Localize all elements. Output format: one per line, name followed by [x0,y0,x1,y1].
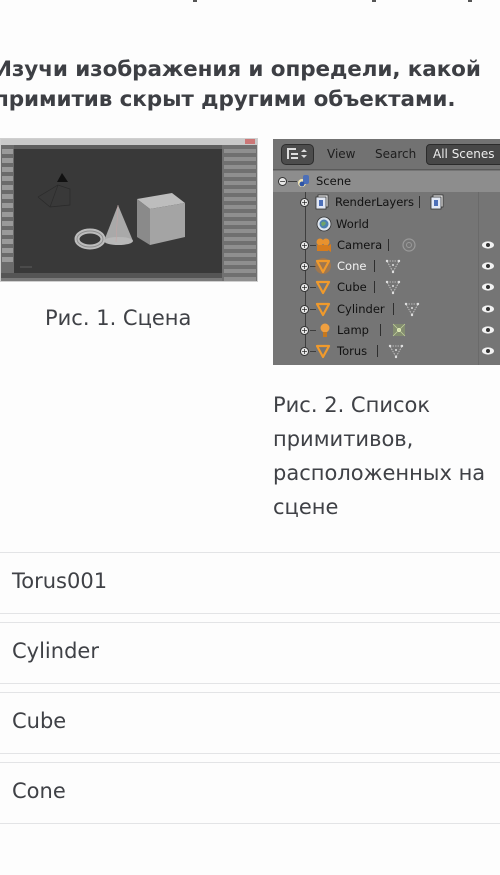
answer-option-torus001[interactable]: Torus001 [0,552,500,614]
visibility-eye-icon [482,241,494,249]
outliner-label: World [336,216,369,231]
camera-object-icon [316,238,331,252]
cone-object [104,204,133,245]
properties-panel [222,145,257,281]
window-close-icon [245,139,255,144]
menu-search: Search [375,147,417,161]
answer-option-cube[interactable]: Cube [0,692,500,754]
cube-object [137,193,185,245]
outliner-label: Cylinder [337,301,385,316]
question-line-1: Изучи изображения и определи, какой [0,57,481,82]
outliner-label: Scene [316,174,352,188]
outliner-row-camera: + Camera [273,235,500,256]
outliner-label: RenderLayers [335,195,414,210]
previous-content-edge [0,0,500,6]
figure-2-outliner-screenshot: View Search All Scenes − Scene + RenderL… [273,139,500,365]
collapse-icon: − [278,177,287,186]
lamp-data-icon [392,323,406,337]
tool-shelf [1,145,14,273]
outliner-label: Torus [337,344,368,359]
mesh-object-icon [315,281,331,295]
answer-label: Cube [12,709,67,733]
outliner-row-world: World [273,214,500,235]
question-line-2: примитив скрыт другими объектами. [0,87,456,112]
figure-2-caption: Рис. 2. Список примитивов, расположенных… [273,388,500,524]
render-layer-data-icon [430,194,444,210]
outliner-tree: − Scene + RenderLayers World + Camera + … [273,171,500,363]
figure-1-caption: Рис. 1. Сцена [45,306,192,330]
outliner-label: Lamp [337,323,369,338]
camera-object [37,173,71,208]
outliner-display-mode-button [281,144,314,165]
visibility-eye-icon [482,305,494,313]
world-icon [316,216,332,231]
visibility-eye-icon [482,262,494,270]
timeline-bar [1,273,222,281]
expand-icon: + [300,283,309,293]
scene-render [20,173,185,268]
expand-icon: + [300,262,309,272]
caption-line: Рис. 2. Список [273,393,431,417]
expand-icon: + [300,240,309,250]
lamp-object-icon [320,323,330,338]
caption-line: примитивов, [273,427,414,451]
camera-data-icon [402,238,416,252]
mesh-object-icon [315,302,331,316]
mesh-data-icon [385,281,401,295]
visibility-eye-icon [482,326,494,334]
expand-icon: + [300,347,309,357]
answer-option-cone[interactable]: Cone [0,762,500,824]
menu-view: View [327,147,356,161]
outliner-display-icon [286,148,307,159]
answer-label: Cone [12,779,66,803]
mesh-data-icon [388,345,404,359]
scene-filter-dropdown: All Scenes [426,144,500,165]
outliner-row-torus: + Torus [273,341,500,362]
expand-icon: + [300,326,309,336]
outliner-row-cylinder: + Cylinder [273,299,500,320]
caption-line: расположенных на [273,461,486,485]
visibility-eye-icon [482,347,494,355]
outliner-row-cone: + Cone [273,256,500,277]
answer-label: Torus001 [12,569,108,593]
render-layers-icon [315,194,329,210]
figure-1-scene-screenshot [0,138,258,282]
scene-icon [298,175,309,187]
outliner-row-cube: + Cube [273,277,500,298]
outliner-row-lamp: + Lamp [273,320,500,341]
outliner-row-renderlayers: + RenderLayers [273,192,500,213]
answer-option-cylinder[interactable]: Cylinder [0,622,500,684]
expand-icon: + [300,198,309,208]
mesh-object-icon [315,345,331,359]
mesh-object-icon [315,258,331,275]
answer-options: Torus001 Cylinder Cube Cone [0,552,500,832]
outliner-label: Cube [337,280,367,295]
outliner-label: Cone [337,259,367,274]
question-text: Изучи изображения и определи, какой прим… [0,55,500,115]
outliner-row-scene: − Scene [273,171,500,193]
answer-label: Cylinder [12,639,99,663]
mesh-data-icon [404,302,420,316]
visibility-eye-icon [482,283,494,292]
torus-object [74,228,106,250]
mesh-data-icon [385,259,401,274]
outliner-header: View Search All Scenes [273,139,500,170]
caption-line: сцене [273,495,339,519]
expand-icon: + [300,304,309,314]
outliner-label: Camera [337,237,383,252]
